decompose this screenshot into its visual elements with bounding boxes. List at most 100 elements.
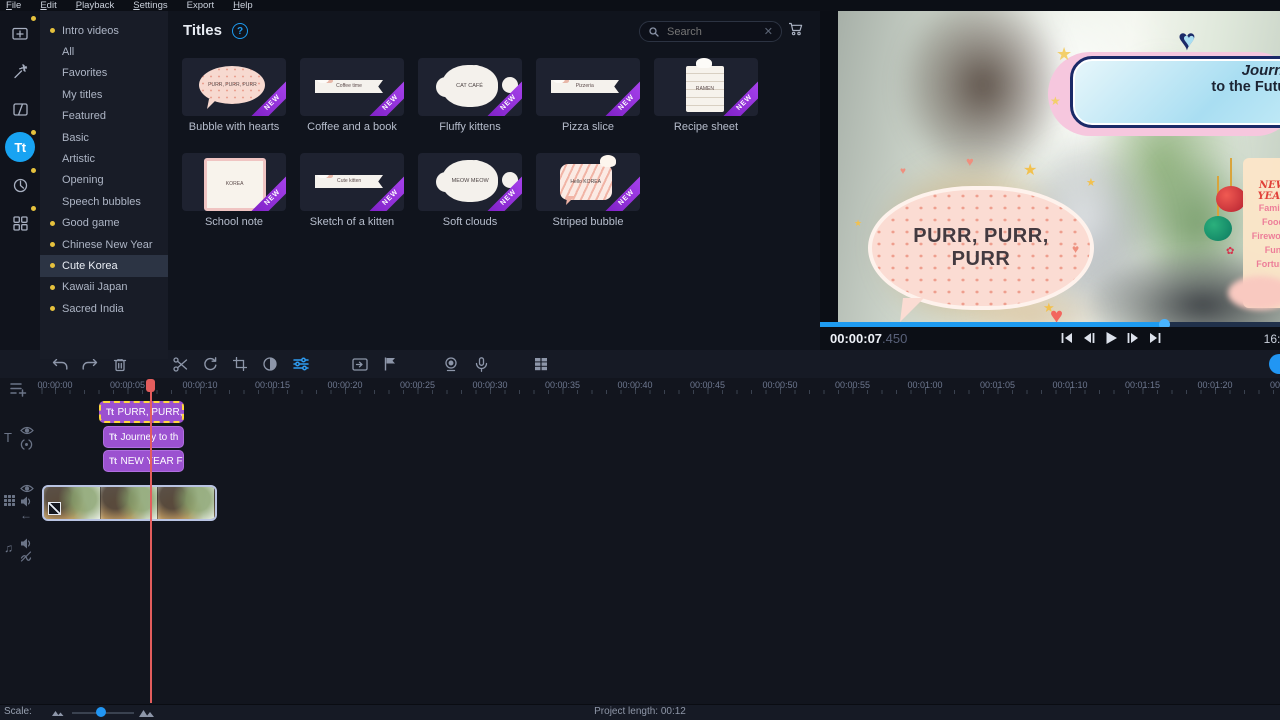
ruler-label: 00:00:15 [255,380,290,390]
title-card: CAT CAFÉ NEW Fluffy kittens [418,58,522,133]
title-card-school-note[interactable]: KOREA NEW [182,153,286,211]
color-adjustments-button[interactable] [259,354,281,374]
journey-title-overlay: ♥ ♥ ★ ★ Journey to the Future [1048,36,1280,140]
menu-playback[interactable]: Playback [76,0,115,11]
title-card-bubble-with-hearts[interactable]: PURR, PURR, PURR NEW [182,58,286,116]
sidebar-item-kawaii-japan[interactable]: Kawaii Japan [40,277,168,298]
title-card-coffee-and-a-book[interactable]: Coffee time NEW [300,58,404,116]
title-track-visibility-toggle[interactable] [20,426,34,435]
title-card-fluffy-kittens[interactable]: CAT CAFÉ NEW [418,58,522,116]
add-track-button[interactable] [10,381,27,397]
title-card-pizza-slice[interactable]: Pizzeria NEW [536,58,640,116]
new-dot [50,221,55,226]
title-card-recipe-sheet[interactable]: RAMEN NEW [654,58,758,116]
sidebar-item-opening[interactable]: Opening [40,170,168,191]
skip-to-end-button[interactable] [1145,330,1165,346]
record-audio-button[interactable] [470,354,492,374]
sidebar-item-chinese-new-year[interactable]: Chinese New Year [40,234,168,255]
timeline-ruler[interactable]: 00:00:00 00:00:05 00:00:10 00:00:15 00:0… [34,378,1280,395]
timeline-view-button[interactable] [530,354,552,374]
video-clip[interactable] [42,485,217,521]
audio-track-mute-toggle[interactable] [20,538,32,549]
transitions-button[interactable] [5,94,35,124]
sidebar-item-intro-videos[interactable]: Intro videos [40,20,168,41]
menu-export[interactable]: Export [187,0,214,11]
rotate-button[interactable] [199,354,221,374]
sidebar-item-all[interactable]: All [40,41,168,62]
search-input[interactable] [665,25,764,39]
effects-button[interactable] [5,170,35,200]
ruler-label: 00:00:05 [110,380,145,390]
filters-button[interactable] [5,56,35,86]
menu-settings[interactable]: Settings [133,0,167,11]
skip-to-start-button[interactable] [1057,330,1077,346]
new-badge-dot [31,168,36,173]
title-card: Hello KOREA NEW Striped bubble [536,153,640,228]
video-track-visibility-toggle[interactable] [20,484,34,493]
video-track-link-arrow[interactable]: ← [20,509,32,521]
next-frame-button[interactable] [1123,330,1143,346]
webcam-capture-button[interactable] [440,354,462,374]
help-icon[interactable]: ? [232,23,248,39]
title-clip-new-year[interactable]: Tt NEW YEAR Fa [103,450,184,472]
import-media-button[interactable] [5,18,35,48]
title-clip-purr[interactable]: Tt PURR, PURR, [99,401,184,423]
video-track-mute-toggle[interactable] [20,496,32,507]
new-year-overlay: NEW YEAR Family Food Fireworks Fun Fortu… [1198,158,1280,322]
sidebar-item-sacred-india[interactable]: Sacred India [40,298,168,319]
overlay-button[interactable] [349,354,371,374]
clip-properties-button[interactable] [290,354,312,374]
menu-edit[interactable]: Edit [40,0,56,11]
card-label: Sketch of a kitten [300,216,404,228]
ruler-label: 00:00:25 [400,380,435,390]
split-scissors-button[interactable] [169,354,191,374]
zoom-in-icon[interactable] [139,708,155,717]
sidebar-item-my-titles[interactable]: My titles [40,84,168,105]
clear-search-icon[interactable]: ✕ [764,25,773,38]
title-card: Pizzeria NEW Pizza slice [536,58,640,133]
title-clip-journey[interactable]: Tt Journey to th [103,426,184,448]
title-card: Cute kitten NEW Sketch of a kitten [300,153,404,228]
titles-button[interactable]: Tt [5,132,35,162]
sidebar-item-basic[interactable]: Basic [40,127,168,148]
card-label: Fluffy kittens [418,121,522,133]
play-button[interactable] [1101,330,1121,346]
scale-slider-handle[interactable] [96,707,106,717]
timeline-footer: Scale: Project length: 00:12 [0,704,1280,720]
more-tools-button[interactable] [5,208,35,238]
star-icon [1086,176,1096,189]
new-dot [50,306,55,311]
titles-panel: Titles ? ✕ PURR, PURR, PURR NEW Bubble w… [168,11,820,350]
marker-flag-button[interactable] [379,354,401,374]
crop-button[interactable] [229,354,251,374]
no-transition-icon[interactable] [48,502,61,515]
help-bubble-button[interactable] [1269,354,1280,374]
timeline: 00:00:00 00:00:05 00:00:10 00:00:15 00:0… [0,378,1280,705]
menu-file[interactable]: File [6,0,21,11]
playhead-handle[interactable] [146,379,155,392]
ruler-label: 00:00:40 [617,380,652,390]
audio-track-sync-off-toggle[interactable] [20,551,32,562]
title-card-soft-clouds[interactable]: MEOW MEOW NEW [418,153,522,211]
sidebar-item-featured[interactable]: Featured [40,106,168,127]
scale-label: Scale: [4,706,32,717]
ruler-label: 00:01:25 [1270,380,1280,390]
flower-icon: ✿ [1226,246,1234,257]
heart-icon [1050,303,1063,322]
title-card-sketch-of-a-kitten[interactable]: Cute kitten NEW [300,153,404,211]
card-label: Soft clouds [418,216,522,228]
title-track-suspend-toggle[interactable] [20,439,33,450]
video-editor-window: File Edit Playback Settings Export Help … [0,0,1280,720]
new-badge-dot [31,130,36,135]
store-cart-icon[interactable] [788,22,803,36]
sidebar-item-speech-bubbles[interactable]: Speech bubbles [40,191,168,212]
menu-help[interactable]: Help [233,0,253,11]
sidebar-item-artistic[interactable]: Artistic [40,148,168,169]
sidebar-item-favorites[interactable]: Favorites [40,63,168,84]
title-card-striped-bubble[interactable]: Hello KOREA NEW [536,153,640,211]
zoom-out-icon[interactable] [52,709,64,716]
previous-frame-button[interactable] [1079,330,1099,346]
card-thumbnail: Hello KOREA [560,164,612,200]
sidebar-item-good-game[interactable]: Good game [40,213,168,234]
sidebar-item-cute-korea[interactable]: Cute Korea [40,255,168,276]
